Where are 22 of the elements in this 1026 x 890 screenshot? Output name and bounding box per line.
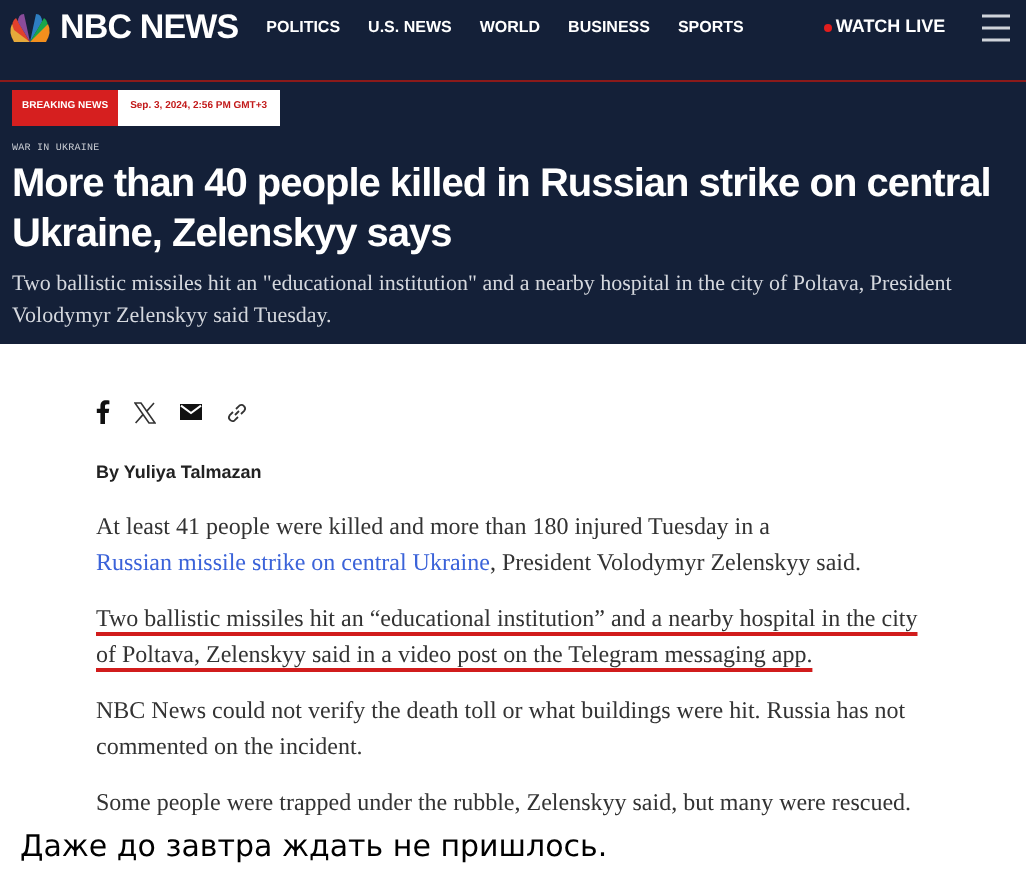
menu-icon[interactable]	[982, 14, 1010, 42]
article-summary: Two ballistic missiles hit an "educational institution" and a nearby hospital in the city of Poltava, President Volodymyr Zelenskyy said Tuesday.	[12, 270, 954, 332]
watch-live-link[interactable]: WATCH LIVE	[823, 14, 946, 42]
article-paragraph: Two ballistic missiles hit an “educational institution” and a nearby hospital in the city of Poltava, Zelenskyy said in a video post on the Telegram messaging app.	[96, 601, 920, 671]
article-paragraph: Some people were trapped under the rubble, Zelenskyy said, but many were rescued.	[96, 785, 914, 819]
mail-icon[interactable]	[180, 404, 202, 420]
article-paragraph: At least 41 people were killed and more than 180 injured Tuesday in a Russian missile strike on central Ukraine, President Volodymyr Zelenskyy said.	[96, 509, 864, 579]
caption: Даже до завтра ждать не пришлось.	[18, 825, 610, 867]
site-logo[interactable]: NBC NEWS	[60, 2, 239, 54]
article-link[interactable]: Russian missile strike on central Ukraine	[96, 547, 490, 575]
link-icon[interactable]	[226, 401, 248, 423]
nav-link[interactable]: U.S. NEWS	[368, 16, 452, 40]
article-paragraph: NBC News could not verify the death toll or what buildings were hit. Russia has not commented on the incident.	[96, 693, 908, 763]
nav-link[interactable]: BUSINESS	[568, 16, 650, 40]
x-icon[interactable]	[134, 401, 156, 423]
nav-link[interactable]: SPORTS	[677, 16, 744, 40]
author-byline[interactable]: By Yuliya Talmazan	[96, 460, 966, 487]
headline: More than 40 people killed in Russian strike on central Ukraine, Zelenskyy says	[12, 160, 993, 260]
nav-link[interactable]: WORLD	[479, 16, 541, 40]
peacock-logo-icon[interactable]	[8, 14, 52, 42]
facebook-icon[interactable]	[96, 400, 110, 424]
nav-link[interactable]: POLITICS	[266, 16, 341, 40]
